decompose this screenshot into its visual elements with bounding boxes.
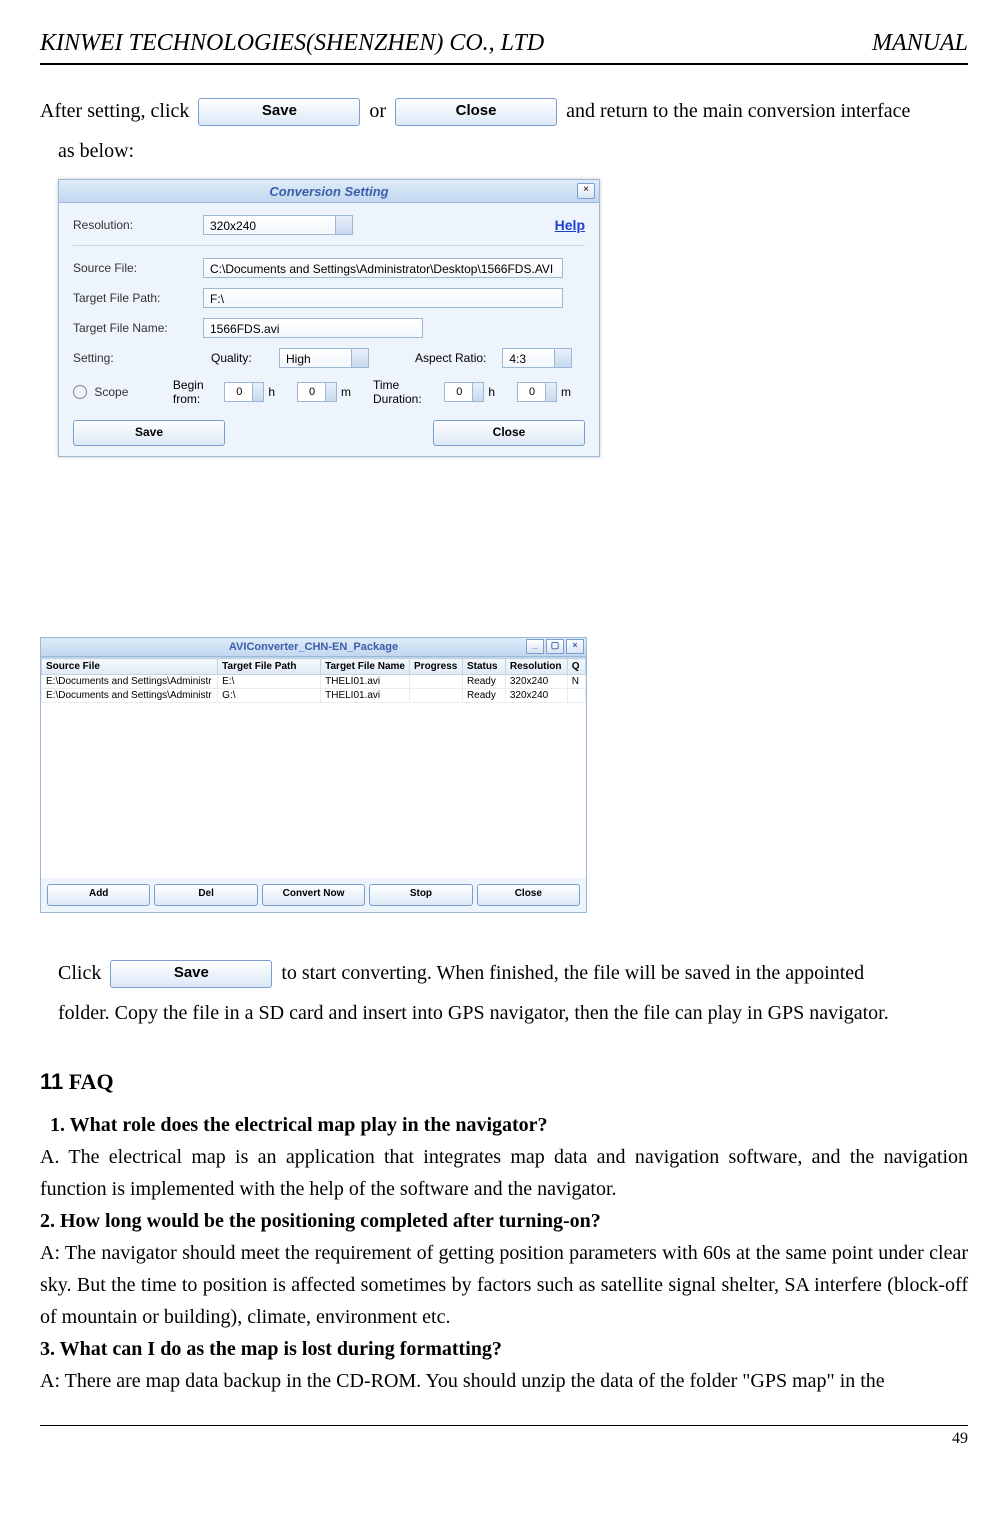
divider	[73, 245, 585, 246]
setting-label: Setting:	[73, 351, 203, 365]
aspect-ratio-select[interactable]: 4:3	[502, 348, 572, 368]
post-after: to start converting. When finished, the …	[281, 962, 864, 984]
minimize-icon[interactable]: _	[526, 639, 544, 654]
cell-progress	[410, 689, 463, 703]
scope-label: Scope	[73, 385, 165, 400]
duration-min-input[interactable]: 0	[517, 382, 547, 402]
time-duration-label: Time Duration:	[373, 378, 428, 406]
faq-q1: 1. What role does the electrical map pla…	[50, 1109, 968, 1141]
conversion-setting-dialog: Conversion Setting × Resolution: 320x240…	[58, 179, 600, 457]
post-line2: folder. Copy the file in a SD card and i…	[58, 993, 968, 1033]
aviconverter-window: AVIConverter_CHN-EN_Package _ ▢ × Source…	[40, 637, 587, 913]
intro-line2: as below:	[58, 131, 968, 171]
faq-number: 11	[40, 1069, 63, 1094]
intro-suffix: and return to the main conversion interf…	[566, 100, 910, 122]
post-paragraph: Click Save to start converting. When fin…	[40, 953, 968, 1033]
save-button-inline[interactable]: Save	[198, 98, 360, 126]
cell-res: 320x240	[505, 689, 567, 703]
target-name-label: Target File Name:	[73, 321, 203, 335]
cell-status: Ready	[462, 675, 505, 689]
close-button-inline[interactable]: Close	[395, 98, 557, 126]
header-company: KINWEI TECHNOLOGIES(SHENZHEN) CO., LTD	[40, 30, 544, 57]
cell-source: E:\Documents and Settings\Administr	[42, 689, 218, 703]
min-unit: m	[341, 385, 351, 399]
faq-q2: 2. How long would be the positioning com…	[40, 1205, 968, 1237]
close-icon[interactable]: ×	[566, 639, 584, 654]
hour-unit: h	[268, 385, 275, 399]
faq-heading: 11 FAQ	[40, 1069, 968, 1095]
add-button[interactable]: Add	[47, 884, 150, 906]
file-list-area: Source File Target File Path Target File…	[41, 657, 586, 878]
col-status[interactable]: Status	[462, 659, 505, 675]
page-header: KINWEI TECHNOLOGIES(SHENZHEN) CO., LTD M…	[40, 30, 968, 65]
faq-a3: A: There are map data backup in the CD-R…	[40, 1365, 968, 1397]
begin-min-input[interactable]: 0	[297, 382, 327, 402]
quality-select[interactable]: High	[279, 348, 369, 368]
cell-q: N	[567, 675, 585, 689]
dialog-titlebar: Conversion Setting ×	[59, 180, 599, 203]
table-row[interactable]: E:\Documents and Settings\Administr G:\ …	[42, 689, 586, 703]
cell-path: G:\	[218, 689, 321, 703]
close-icon[interactable]: ×	[577, 183, 595, 199]
aspect-ratio-label: Aspect Ratio:	[415, 351, 486, 365]
resolution-label: Resolution:	[73, 218, 203, 232]
cell-status: Ready	[462, 689, 505, 703]
cell-name: THELI01.avi	[321, 675, 410, 689]
begin-hour-input[interactable]: 0	[224, 382, 254, 402]
maximize-icon[interactable]: ▢	[546, 639, 564, 654]
target-path-input[interactable]: F:\	[203, 288, 563, 308]
click-text: Click	[58, 962, 106, 984]
faq-a1: A. The electrical map is an application …	[40, 1141, 968, 1205]
intro-paragraph: After setting, click Save or Close and r…	[40, 91, 968, 171]
begin-from-label: Begin from:	[173, 378, 216, 406]
del-button[interactable]: Del	[154, 884, 257, 906]
cell-q	[567, 689, 585, 703]
intro-prefix: After setting, click	[40, 100, 194, 122]
target-path-label: Target File Path:	[73, 291, 203, 305]
stop-button[interactable]: Stop	[369, 884, 472, 906]
col-targetname[interactable]: Target File Name	[321, 659, 410, 675]
intro-or: or	[369, 100, 386, 122]
target-name-input[interactable]: 1566FDS.avi	[203, 318, 423, 338]
window-titlebar: AVIConverter_CHN-EN_Package _ ▢ ×	[41, 638, 586, 657]
close-button[interactable]: Close	[477, 884, 580, 906]
source-file-input[interactable]: C:\Documents and Settings\Administrator\…	[203, 258, 563, 278]
close-button[interactable]: Close	[433, 420, 585, 446]
cell-name: THELI01.avi	[321, 689, 410, 703]
col-targetpath[interactable]: Target File Path	[218, 659, 321, 675]
faq-title: FAQ	[69, 1069, 114, 1094]
dialog-title: Conversion Setting	[269, 184, 388, 199]
page-footer: 49	[40, 1425, 968, 1448]
faq-body: 1. What role does the electrical map pla…	[40, 1109, 968, 1397]
cell-res: 320x240	[505, 675, 567, 689]
quality-label: Quality:	[211, 351, 271, 365]
help-link[interactable]: Help	[555, 217, 585, 233]
table-row[interactable]: E:\Documents and Settings\Administr E:\ …	[42, 675, 586, 689]
window-title: AVIConverter_CHN-EN_Package	[229, 641, 398, 653]
save-button[interactable]: Save	[73, 420, 225, 446]
cell-source: E:\Documents and Settings\Administr	[42, 675, 218, 689]
file-list-table: Source File Target File Path Target File…	[41, 658, 586, 703]
faq-q3: 3. What can I do as the map is lost duri…	[40, 1333, 968, 1365]
scope-radio[interactable]	[73, 385, 87, 399]
resolution-select[interactable]: 320x240	[203, 215, 353, 235]
col-progress[interactable]: Progress	[410, 659, 463, 675]
col-source[interactable]: Source File	[42, 659, 218, 675]
cell-progress	[410, 675, 463, 689]
faq-a2: A: The navigator should meet the require…	[40, 1237, 968, 1333]
col-q[interactable]: Q	[567, 659, 585, 675]
page-number: 49	[952, 1430, 968, 1447]
table-header-row: Source File Target File Path Target File…	[42, 659, 586, 675]
convert-now-button[interactable]: Convert Now	[262, 884, 365, 906]
hour-unit2: h	[488, 385, 495, 399]
col-resolution[interactable]: Resolution	[505, 659, 567, 675]
cell-path: E:\	[218, 675, 321, 689]
duration-hour-input[interactable]: 0	[444, 382, 474, 402]
source-file-label: Source File:	[73, 261, 203, 275]
min-unit2: m	[561, 385, 571, 399]
save-button-inline2[interactable]: Save	[110, 960, 272, 988]
scope-text: Scope	[94, 385, 128, 399]
header-manual: MANUAL	[872, 30, 968, 57]
